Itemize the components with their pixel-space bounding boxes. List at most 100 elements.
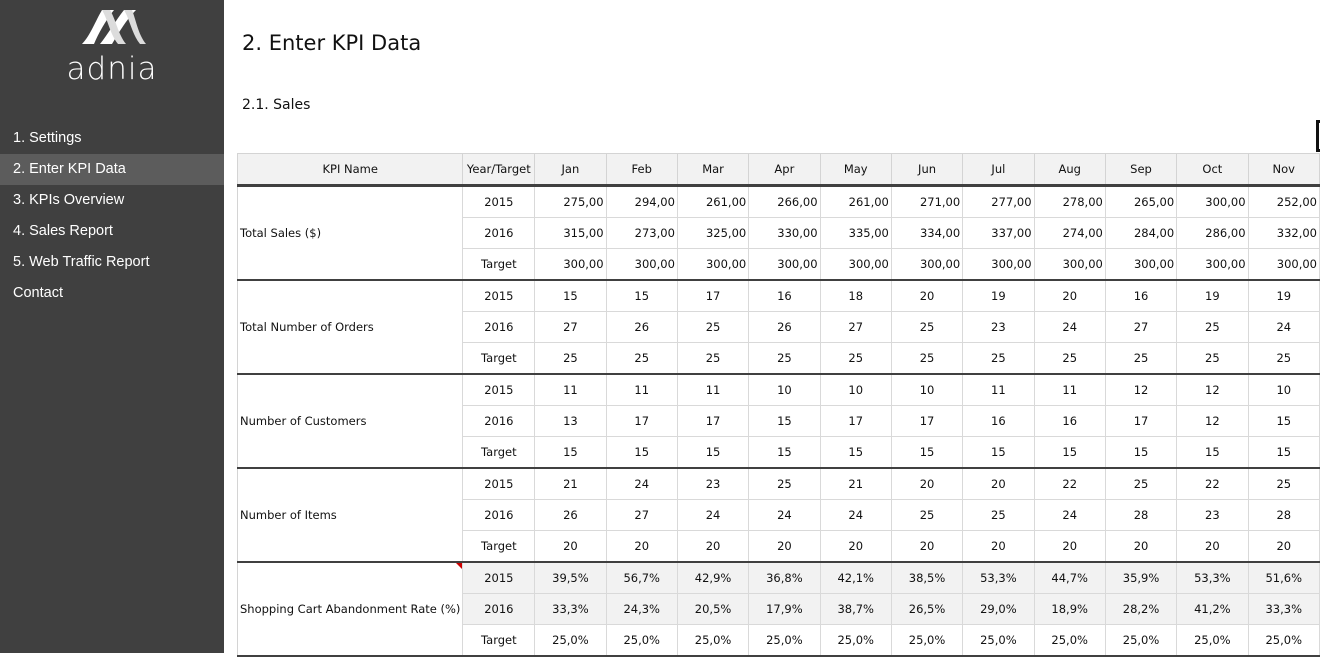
comment-indicator-icon[interactable] <box>456 563 462 569</box>
value-cell[interactable]: 300,00 <box>748 248 821 281</box>
value-cell[interactable]: 24 <box>1247 311 1320 343</box>
value-cell[interactable]: 20 <box>676 530 750 563</box>
value-cell[interactable]: 21 <box>534 467 607 500</box>
value-cell[interactable]: 20 <box>1033 530 1106 563</box>
value-cell[interactable]: 18,9% <box>1033 593 1106 625</box>
value-cell[interactable]: 300,00 <box>1247 248 1320 281</box>
year-target-cell[interactable]: 2015 <box>462 185 536 218</box>
value-cell[interactable]: 25 <box>748 467 821 500</box>
year-target-cell[interactable]: 2015 <box>462 561 536 594</box>
column-header-jan[interactable]: Jan <box>534 153 607 187</box>
value-cell[interactable]: 20 <box>534 530 607 563</box>
value-cell[interactable]: 25,0% <box>819 624 892 657</box>
value-cell[interactable]: 41,2% <box>1176 593 1249 625</box>
value-cell[interactable]: 300,00 <box>676 248 750 281</box>
year-target-cell[interactable]: 2015 <box>462 279 536 312</box>
column-header-nov[interactable]: Nov <box>1247 153 1320 187</box>
value-cell[interactable]: 17,9% <box>748 593 821 625</box>
value-cell[interactable]: 53,3% <box>1176 561 1249 594</box>
kpi-name-cell[interactable]: Number of Items <box>236 467 464 563</box>
value-cell[interactable]: 11 <box>605 373 678 406</box>
value-cell[interactable]: 38,7% <box>819 593 892 625</box>
value-cell[interactable]: 274,00 <box>1033 217 1106 249</box>
value-cell[interactable]: 325,00 <box>676 217 750 249</box>
value-cell[interactable]: 15 <box>819 436 892 469</box>
value-cell[interactable]: 278,00 <box>1033 185 1106 218</box>
value-cell[interactable]: 300,00 <box>1033 248 1106 281</box>
year-target-cell[interactable]: Target <box>462 436 536 469</box>
value-cell[interactable]: 20 <box>748 530 821 563</box>
value-cell[interactable]: 27 <box>819 311 892 343</box>
value-cell[interactable]: 51,6% <box>1247 561 1320 594</box>
column-header-feb[interactable]: Feb <box>605 153 678 187</box>
value-cell[interactable]: 10 <box>819 373 892 406</box>
value-cell[interactable]: 24 <box>1033 499 1106 531</box>
value-cell[interactable]: 25,0% <box>1176 624 1249 657</box>
value-cell[interactable]: 300,00 <box>1176 248 1249 281</box>
value-cell[interactable]: 25,0% <box>748 624 821 657</box>
value-cell[interactable]: 20 <box>890 530 964 563</box>
value-cell[interactable]: 335,00 <box>819 217 892 249</box>
value-cell[interactable]: 25,0% <box>962 624 1035 657</box>
value-cell[interactable]: 15 <box>1104 436 1178 469</box>
value-cell[interactable]: 17 <box>819 405 892 437</box>
column-header-year-target[interactable]: Year/Target <box>462 153 536 187</box>
value-cell[interactable]: 25 <box>1247 467 1320 500</box>
value-cell[interactable]: 25,0% <box>1033 624 1106 657</box>
kpi-name-cell[interactable]: Number of Customers <box>236 373 464 469</box>
value-cell[interactable]: 33,3% <box>1247 593 1320 625</box>
value-cell[interactable]: 17 <box>676 405 750 437</box>
kpi-name-cell[interactable]: Shopping Cart Abandonment Rate (%) <box>236 561 464 657</box>
sidebar-item-kpis-overview[interactable]: 3. KPIs Overview <box>0 185 224 216</box>
value-cell[interactable]: 25 <box>1176 311 1249 343</box>
value-cell[interactable]: 26 <box>605 311 678 343</box>
value-cell[interactable]: 20,5% <box>676 593 750 625</box>
value-cell[interactable]: 10 <box>748 373 821 406</box>
value-cell[interactable]: 42,1% <box>819 561 892 594</box>
value-cell[interactable]: 300,00 <box>819 248 892 281</box>
value-cell[interactable]: 15 <box>748 436 821 469</box>
value-cell[interactable]: 26 <box>534 499 607 531</box>
value-cell[interactable]: 15 <box>534 279 607 312</box>
value-cell[interactable]: 23 <box>676 467 750 500</box>
value-cell[interactable]: 39,5% <box>534 561 607 594</box>
value-cell[interactable]: 22 <box>1176 467 1249 500</box>
value-cell[interactable]: 294,00 <box>605 185 678 218</box>
value-cell[interactable]: 300,00 <box>605 248 678 281</box>
value-cell[interactable]: 38,5% <box>890 561 964 594</box>
value-cell[interactable]: 271,00 <box>890 185 964 218</box>
column-header-jun[interactable]: Jun <box>890 153 964 187</box>
value-cell[interactable]: 261,00 <box>819 185 892 218</box>
value-cell[interactable]: 261,00 <box>676 185 750 218</box>
value-cell[interactable]: 25 <box>1104 467 1178 500</box>
value-cell[interactable]: 19 <box>1247 279 1320 312</box>
value-cell[interactable]: 20 <box>1247 530 1320 563</box>
sidebar-item-sales-report[interactable]: 4. Sales Report <box>0 216 224 247</box>
value-cell[interactable]: 334,00 <box>890 217 964 249</box>
value-cell[interactable]: 20 <box>890 467 964 500</box>
value-cell[interactable]: 16 <box>962 405 1035 437</box>
value-cell[interactable]: 330,00 <box>748 217 821 249</box>
value-cell[interactable]: 11 <box>534 373 607 406</box>
value-cell[interactable]: 25,0% <box>605 624 678 657</box>
value-cell[interactable]: 24 <box>1033 311 1106 343</box>
year-target-cell[interactable]: 2015 <box>462 467 536 500</box>
value-cell[interactable]: 17 <box>676 279 750 312</box>
value-cell[interactable]: 28 <box>1104 499 1178 531</box>
value-cell[interactable]: 20 <box>962 467 1035 500</box>
value-cell[interactable]: 23 <box>962 311 1035 343</box>
value-cell[interactable]: 315,00 <box>534 217 607 249</box>
value-cell[interactable]: 17 <box>890 405 964 437</box>
value-cell[interactable]: 25,0% <box>1104 624 1178 657</box>
value-cell[interactable]: 15 <box>605 279 678 312</box>
value-cell[interactable]: 25 <box>890 311 964 343</box>
value-cell[interactable]: 42,9% <box>676 561 750 594</box>
kpi-name-cell[interactable]: Total Sales ($) <box>236 185 464 281</box>
value-cell[interactable]: 24 <box>819 499 892 531</box>
value-cell[interactable]: 20 <box>1033 279 1106 312</box>
year-target-cell[interactable]: 2016 <box>462 311 536 343</box>
value-cell[interactable]: 284,00 <box>1104 217 1178 249</box>
column-header-mar[interactable]: Mar <box>676 153 750 187</box>
column-header-sep[interactable]: Sep <box>1104 153 1178 187</box>
value-cell[interactable]: 13 <box>534 405 607 437</box>
